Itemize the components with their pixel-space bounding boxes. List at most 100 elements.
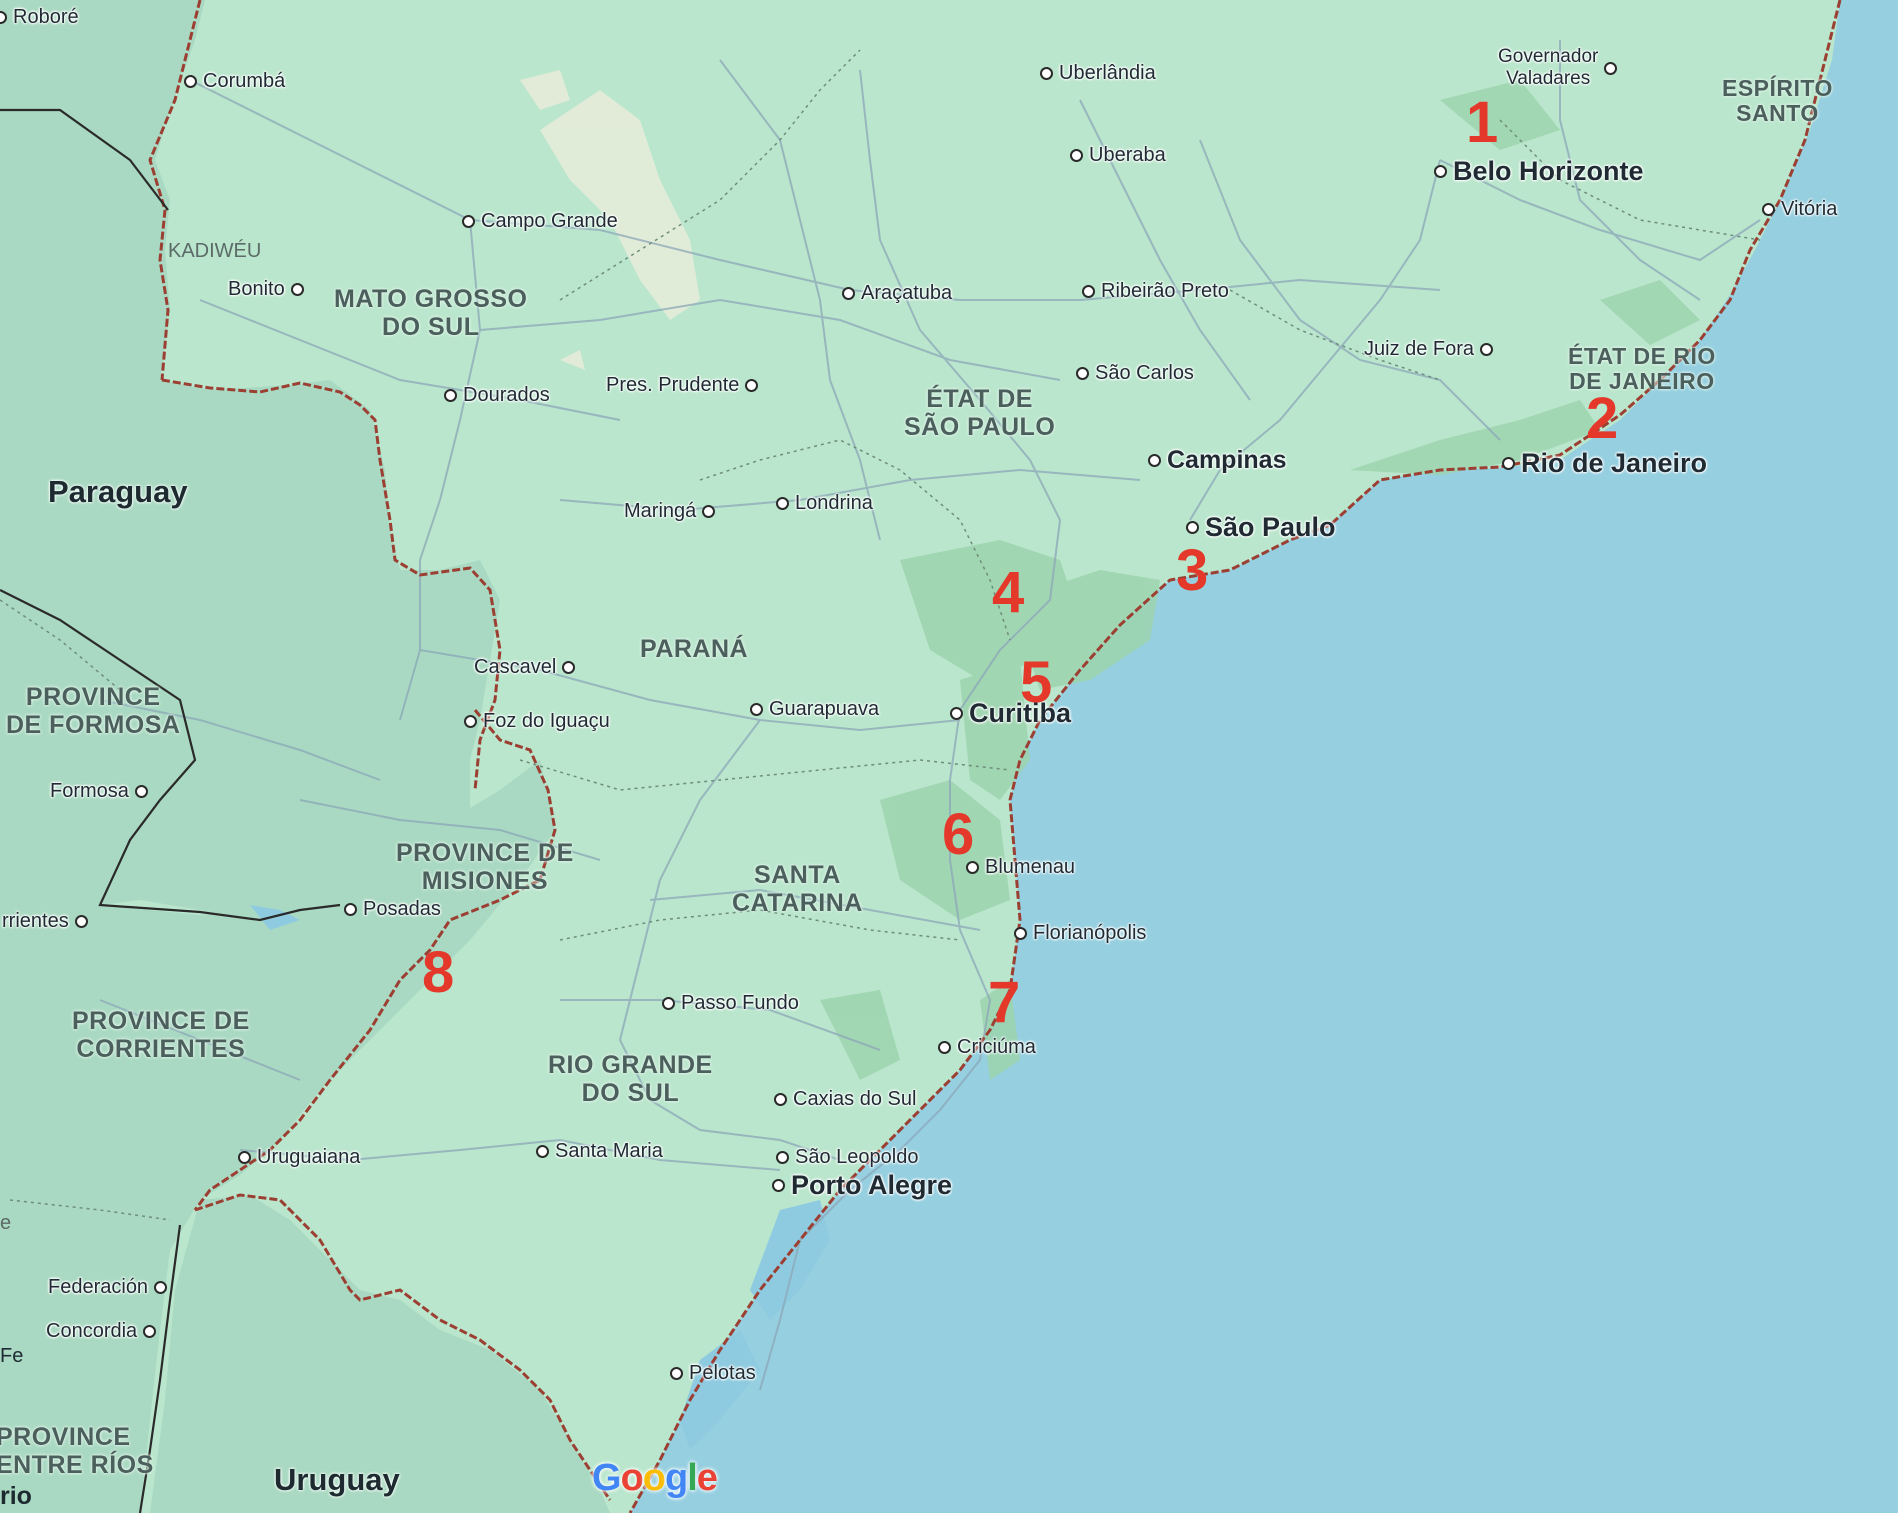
country-label-paraguay: Paraguay [48, 474, 188, 509]
city-juiz-de-fora[interactable]: Juiz de Fora [1358, 338, 1494, 361]
region-label-rio-grande-do-sul: RIO GRANDE DO SUL [548, 1051, 713, 1107]
minor-label-e: e [0, 1212, 12, 1234]
city-porto-alegre[interactable]: Porto Alegre [772, 1170, 958, 1201]
logo-letter: e [696, 1457, 718, 1499]
city-dot [1082, 285, 1095, 298]
city-rio-de-janeiro[interactable]: Rio de Janeiro [1502, 448, 1713, 479]
city-santa-maria[interactable]: Santa Maria [536, 1140, 669, 1163]
city-dot [134, 785, 148, 798]
city-governador-valadares[interactable]: Governador Valadares [1492, 46, 1618, 90]
map[interactable]: KADIWÉU rio e Fe ESPÍRITO SANTO MATO GRO… [0, 0, 1898, 1513]
city-uberlandia[interactable]: Uberlândia [1040, 62, 1162, 85]
city-guarapuava[interactable]: Guarapuava [750, 698, 885, 721]
city-dot [938, 1041, 951, 1054]
city-dot [1762, 203, 1775, 216]
city-corrientes[interactable]: rrientes [0, 910, 88, 933]
city-vitoria[interactable]: Vitória [1762, 198, 1843, 221]
marker-7: 7 [988, 970, 1021, 1035]
city-dot [774, 1093, 787, 1106]
region-label-entre-rios: PROVINCE ENTRE RÍOS [0, 1423, 154, 1479]
google-logo[interactable]: Google [592, 1457, 718, 1500]
city-dot [462, 215, 475, 228]
city-campo-grande[interactable]: Campo Grande [462, 210, 624, 233]
city-dot [143, 1325, 157, 1338]
city-uberaba[interactable]: Uberaba [1070, 144, 1172, 167]
city-campinas[interactable]: Campinas [1148, 446, 1292, 475]
city-corumba[interactable]: Corumbá [184, 70, 291, 93]
marker-5: 5 [1020, 650, 1053, 715]
minor-label-rio: rio [0, 1482, 32, 1510]
city-florianopolis[interactable]: Florianópolis [1014, 922, 1152, 945]
marker-8: 8 [422, 940, 455, 1005]
city-caxias-do-sul[interactable]: Caxias do Sul [774, 1088, 922, 1111]
marker-2: 2 [1586, 386, 1619, 451]
city-londrina[interactable]: Londrina [776, 492, 879, 515]
city-dot [1502, 457, 1515, 470]
city-dot [74, 915, 88, 928]
city-pelotas[interactable]: Pelotas [670, 1362, 762, 1385]
city-dot [702, 505, 716, 518]
city-robore[interactable]: Roboré [0, 6, 85, 29]
city-dot [670, 1367, 683, 1380]
city-dot [1148, 454, 1161, 467]
logo-letter: l [687, 1457, 698, 1499]
city-dot [1040, 67, 1053, 80]
city-dot [184, 75, 197, 88]
city-passo-fundo[interactable]: Passo Fundo [662, 992, 805, 1015]
city-sao-paulo[interactable]: São Paulo [1186, 512, 1342, 543]
marker-6: 6 [942, 802, 975, 867]
city-maringa[interactable]: Maringá [618, 500, 716, 523]
region-label-mato-grosso-do-sul: MATO GROSSO DO SUL [334, 285, 528, 341]
city-posadas[interactable]: Posadas [344, 898, 447, 921]
city-dot [1480, 343, 1494, 356]
region-label-parana: PARANÁ [640, 635, 749, 663]
city-dot [842, 287, 855, 300]
city-dot [662, 997, 675, 1010]
city-dot [1434, 165, 1447, 178]
city-bonito[interactable]: Bonito [222, 278, 304, 301]
city-sao-leopoldo[interactable]: São Leopoldo [776, 1146, 924, 1169]
country-label-uruguay: Uruguay [274, 1462, 400, 1497]
region-label-sao-paulo: ÉTAT DE SÃO PAULO [904, 385, 1056, 441]
city-aracatuba[interactable]: Araçatuba [842, 282, 958, 305]
city-dot [1186, 521, 1199, 534]
city-dot [772, 1179, 785, 1192]
logo-letter: g [665, 1457, 688, 1499]
marker-1: 1 [1466, 90, 1499, 155]
logo-letter: G [592, 1457, 622, 1499]
city-curitiba[interactable]: Curitiba [950, 698, 1077, 729]
city-criciuma[interactable]: Criciúma [938, 1036, 1042, 1059]
city-formosa[interactable]: Formosa [44, 780, 148, 803]
city-ribeirao-preto[interactable]: Ribeirão Preto [1082, 280, 1235, 303]
city-sao-carlos[interactable]: São Carlos [1076, 362, 1200, 385]
city-dot [444, 389, 457, 402]
city-dot [464, 715, 477, 728]
city-federacion[interactable]: Federación [42, 1276, 168, 1299]
city-dot [1070, 149, 1083, 162]
city-cascavel[interactable]: Cascavel [468, 656, 576, 679]
region-label-corrientes: PROVINCE DE CORRIENTES [72, 1007, 250, 1063]
city-pres-prudente[interactable]: Pres. Prudente [600, 374, 759, 397]
city-dot [238, 1151, 251, 1164]
city-dot [776, 497, 789, 510]
city-dot [1014, 927, 1027, 940]
city-dot [344, 903, 357, 916]
city-dot [0, 11, 7, 24]
city-dot [154, 1281, 168, 1294]
region-label-misiones: PROVINCE DE MISIONES [396, 839, 574, 895]
city-belo-horizonte[interactable]: Belo Horizonte [1434, 156, 1650, 187]
minor-label-fe: Fe [0, 1345, 24, 1367]
city-foz-do-iguacu[interactable]: Foz do Iguaçu [464, 710, 616, 733]
city-dourados[interactable]: Dourados [444, 384, 556, 407]
logo-letter: o [620, 1457, 644, 1499]
city-dot [950, 707, 963, 720]
region-label-espirito-santo: ESPÍRITO SANTO [1722, 75, 1833, 127]
marker-4: 4 [992, 560, 1025, 625]
city-dot [536, 1145, 549, 1158]
minor-label-kadiweu: KADIWÉU [168, 240, 262, 262]
city-uruguaiana[interactable]: Uruguaiana [238, 1146, 366, 1169]
city-concordia[interactable]: Concordia [40, 1320, 157, 1343]
region-label-formosa: PROVINCE DE FORMOSA [6, 683, 181, 739]
logo-letter: o [642, 1457, 666, 1499]
city-blumenau[interactable]: Blumenau [966, 856, 1081, 879]
